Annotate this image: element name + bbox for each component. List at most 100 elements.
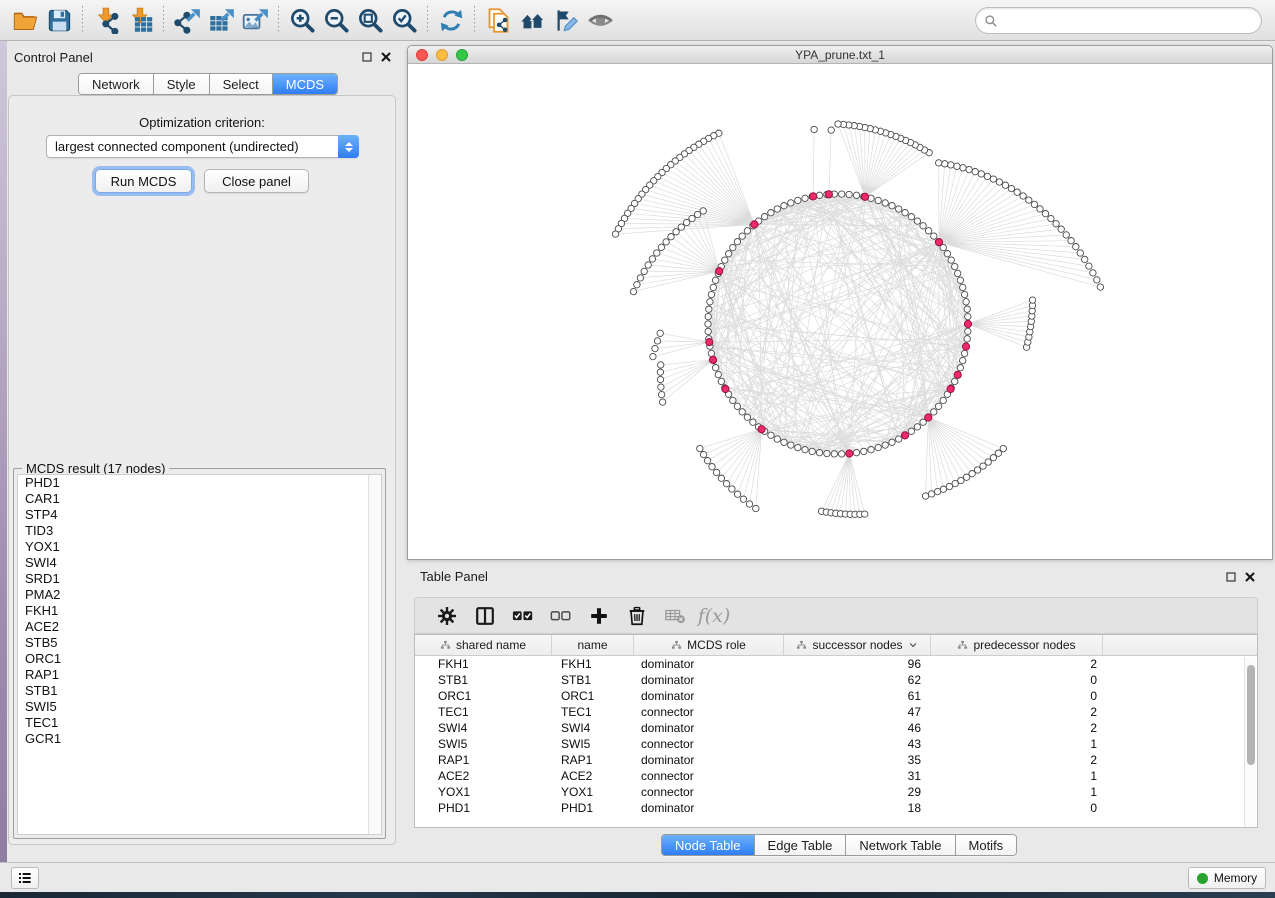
- column-header-shared-name[interactable]: shared name: [415, 635, 552, 655]
- network-node[interactable]: [705, 321, 711, 327]
- column-header-predecessor-nodes[interactable]: predecessor nodes: [931, 635, 1103, 655]
- network-node[interactable]: [654, 250, 660, 256]
- network-node[interactable]: [922, 493, 928, 499]
- mcds-result-item[interactable]: SWI5: [18, 699, 381, 715]
- network-node[interactable]: [875, 444, 881, 450]
- network-node[interactable]: [908, 428, 914, 434]
- network-node[interactable]: [896, 436, 902, 442]
- network-node[interactable]: [1020, 193, 1026, 199]
- network-node[interactable]: [650, 353, 656, 359]
- network-node[interactable]: [705, 313, 711, 319]
- network-node[interactable]: [718, 378, 724, 384]
- network-window-titlebar[interactable]: YPA_prune.txt_1: [408, 46, 1272, 64]
- network-node[interactable]: [715, 371, 721, 377]
- split-panel-icon[interactable]: [466, 603, 504, 629]
- network-node[interactable]: [750, 419, 756, 425]
- import-table-icon[interactable]: [123, 4, 157, 36]
- network-node[interactable]: [689, 215, 695, 221]
- network-node[interactable]: [1097, 284, 1103, 290]
- float-table-panel-icon[interactable]: [1224, 570, 1237, 583]
- mcds-hub-node[interactable]: [825, 191, 832, 198]
- network-node[interactable]: [730, 244, 736, 250]
- mcds-result-item[interactable]: TEC1: [18, 715, 381, 731]
- mcds-result-item[interactable]: ORC1: [18, 651, 381, 667]
- network-node[interactable]: [936, 160, 942, 166]
- zoom-selected-icon[interactable]: [387, 4, 421, 36]
- network-node[interactable]: [774, 436, 780, 442]
- mcds-hub-node[interactable]: [962, 343, 969, 350]
- network-node[interactable]: [942, 161, 948, 167]
- network-node[interactable]: [960, 165, 966, 171]
- network-node[interactable]: [668, 234, 674, 240]
- network-node[interactable]: [657, 369, 663, 375]
- mcds-hub-node[interactable]: [901, 432, 908, 439]
- network-node[interactable]: [725, 251, 731, 257]
- close-panel-icon[interactable]: [379, 50, 392, 63]
- network-node[interactable]: [1068, 238, 1074, 244]
- close-table-panel-icon[interactable]: [1243, 570, 1256, 583]
- network-node[interactable]: [896, 206, 902, 212]
- export-network-icon[interactable]: [170, 4, 204, 36]
- network-node[interactable]: [944, 251, 950, 257]
- network-node[interactable]: [795, 197, 801, 203]
- network-node[interactable]: [708, 291, 714, 297]
- network-node[interactable]: [965, 313, 971, 319]
- optimization-criterion-dropdown[interactable]: largest connected component (undirected): [46, 135, 359, 158]
- network-node[interactable]: [654, 338, 660, 344]
- network-node[interactable]: [1000, 445, 1006, 451]
- network-node[interactable]: [1063, 232, 1069, 238]
- mcds-hub-node[interactable]: [964, 320, 971, 327]
- mcds-result-item[interactable]: GCR1: [18, 731, 381, 747]
- network-node[interactable]: [966, 166, 972, 172]
- zoom-out-icon[interactable]: [319, 4, 353, 36]
- network-node[interactable]: [729, 486, 735, 492]
- import-network-icon[interactable]: [89, 4, 123, 36]
- network-node[interactable]: [739, 233, 745, 239]
- tab-mcds[interactable]: MCDS: [273, 74, 337, 94]
- network-node[interactable]: [802, 447, 808, 453]
- network-node[interactable]: [712, 277, 718, 283]
- mcds-result-item[interactable]: TID3: [18, 523, 381, 539]
- export-table-icon[interactable]: [204, 4, 238, 36]
- mcds-hub-node[interactable]: [935, 239, 942, 246]
- network-node[interactable]: [753, 505, 759, 511]
- mcds-hub-node[interactable]: [846, 450, 853, 457]
- mcds-result-item[interactable]: STP4: [18, 507, 381, 523]
- search-input[interactable]: [998, 11, 1261, 31]
- mcds-result-list[interactable]: PHD1CAR1STP4TID3YOX1SWI4SRD1PMA2FKH1ACE2…: [17, 474, 382, 835]
- network-canvas[interactable]: [408, 64, 1272, 559]
- table-row[interactable]: STB1STB1dominator620: [415, 672, 1257, 688]
- network-node[interactable]: [828, 127, 834, 133]
- network-node[interactable]: [652, 345, 658, 351]
- delete-column-icon[interactable]: [618, 603, 656, 629]
- network-node[interactable]: [853, 192, 859, 198]
- network-node[interactable]: [730, 397, 736, 403]
- deselect-all-icon[interactable]: [542, 603, 580, 629]
- tab-network-table[interactable]: Network Table: [846, 835, 955, 855]
- network-node[interactable]: [663, 239, 669, 245]
- network-node[interactable]: [657, 330, 663, 336]
- mcds-hub-node[interactable]: [751, 221, 758, 228]
- mcds-hub-node[interactable]: [758, 426, 765, 433]
- network-node[interactable]: [984, 173, 990, 179]
- network-node[interactable]: [965, 328, 971, 334]
- network-node[interactable]: [645, 262, 651, 268]
- network-node[interactable]: [931, 233, 937, 239]
- graphics-details-icon[interactable]: [583, 4, 617, 36]
- network-node[interactable]: [1086, 263, 1092, 269]
- network-node[interactable]: [902, 210, 908, 216]
- table-row[interactable]: ACE2ACE2connector311: [415, 768, 1257, 784]
- network-node[interactable]: [788, 200, 794, 206]
- mcds-hub-node[interactable]: [810, 193, 817, 200]
- mcds-hub-node[interactable]: [925, 414, 932, 421]
- table-row[interactable]: RAP1RAP1dominator352: [415, 752, 1257, 768]
- network-node[interactable]: [964, 306, 970, 312]
- network-node[interactable]: [697, 445, 703, 451]
- network-node[interactable]: [734, 239, 740, 245]
- network-node[interactable]: [957, 365, 963, 371]
- zoom-fit-icon[interactable]: [353, 4, 387, 36]
- network-node[interactable]: [839, 191, 845, 197]
- mcds-hub-node[interactable]: [709, 356, 716, 363]
- network-node[interactable]: [835, 121, 841, 127]
- network-node[interactable]: [934, 488, 940, 494]
